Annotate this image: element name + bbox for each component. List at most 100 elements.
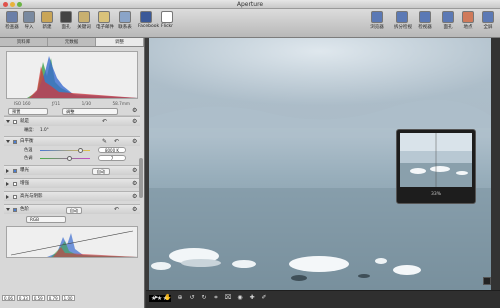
temperature-knob[interactable] — [78, 147, 83, 153]
email-button[interactable]: 电子邮件 — [96, 11, 114, 30]
preset-select[interactable]: 预置 — [8, 108, 48, 115]
viewer-button[interactable]: 检视器 — [417, 11, 433, 30]
faces-view-button[interactable]: 面孔 — [440, 11, 456, 30]
browser-icon — [371, 11, 383, 23]
gear-icon[interactable]: ⚙ — [132, 207, 138, 213]
zoom-tool-icon[interactable]: ⊕ — [176, 294, 184, 302]
levels-checkbox[interactable] — [13, 208, 17, 212]
fullscreen-button[interactable]: 全屏 — [480, 11, 496, 30]
disclosure-icon[interactable] — [6, 120, 10, 123]
tab-metadata[interactable]: 元数据 — [48, 38, 96, 46]
crop-icon[interactable]: ⌧ — [224, 294, 232, 302]
fullscreen-icon — [482, 11, 494, 23]
tint-slider[interactable] — [40, 157, 90, 159]
exposure-checkbox[interactable] — [13, 169, 17, 173]
email-label: 电子邮件 — [96, 25, 114, 30]
levels-white-value[interactable]: 1.00 — [61, 295, 75, 301]
gear-icon[interactable]: ⚙ — [132, 181, 138, 187]
gear-icon[interactable]: ⚙ — [132, 168, 138, 174]
inspector-button[interactable]: 检查器 — [4, 11, 20, 30]
preset-row: 预置 调整 ⚙ — [4, 106, 140, 116]
split-view-button[interactable]: 拆分检视 — [394, 11, 412, 30]
levels-low-quarter-value[interactable]: 0.33 — [16, 295, 30, 301]
loupe-tool[interactable]: 33% — [396, 129, 476, 204]
browser-label: 浏览器 — [370, 25, 384, 30]
faces-view-icon — [442, 11, 454, 23]
gear-icon[interactable]: ⚙ — [132, 119, 138, 125]
disclosure-icon[interactable] — [6, 182, 9, 186]
gear-icon[interactable]: ⚙ — [132, 194, 138, 200]
import-label: 导入 — [24, 25, 34, 30]
undo-icon[interactable]: ↶ — [102, 119, 108, 125]
raw-fine-tuning-header[interactable]: 就是 ↶ ⚙ — [4, 116, 140, 126]
new-button[interactable]: 新建 — [39, 11, 55, 30]
levels-gray-value[interactable]: 0.59 — [31, 295, 45, 301]
levels-header[interactable]: 色阶 自动 ↶ ⚙ — [4, 204, 140, 214]
tint-knob[interactable] — [67, 155, 72, 161]
levels-channel-select[interactable]: RGB — [26, 216, 66, 223]
facebook-button[interactable]: Facebook — [138, 11, 159, 29]
rotate-left-icon[interactable]: ↺ — [188, 294, 196, 302]
browser-button[interactable]: 浏览器 — [369, 11, 385, 30]
disclosure-icon[interactable] — [6, 208, 10, 211]
loupe-zoom-label[interactable]: 33% — [425, 192, 447, 197]
exposure-auto-button[interactable]: 自动 — [92, 168, 110, 175]
gear-icon[interactable]: ⚙ — [132, 108, 138, 114]
contact-sheet-button[interactable]: 联系表 — [117, 11, 133, 30]
keyword-label: 关键词 — [77, 25, 91, 30]
tab-library[interactable]: 资料库 — [0, 38, 48, 46]
raw-checkbox[interactable] — [13, 120, 17, 124]
select-tool-icon[interactable]: ➤ — [152, 294, 160, 302]
adjustment-select[interactable]: 调整 — [62, 108, 118, 115]
keyword-button[interactable]: 关键词 — [76, 11, 92, 30]
disclosure-icon[interactable] — [6, 140, 10, 143]
brush-icon[interactable]: ✐ — [260, 294, 268, 302]
highlights-shadows-header[interactable]: 高光与阴影 ⚙ — [4, 191, 140, 201]
redeye-icon[interactable]: ◉ — [236, 294, 244, 302]
gear-icon[interactable]: ⚙ — [132, 139, 138, 145]
exposure-header[interactable]: 曝光 自动 ⚙ — [4, 165, 140, 175]
places-icon — [462, 11, 474, 23]
levels-auto-button[interactable]: 自动 — [66, 207, 82, 214]
inspector-scrollbar[interactable] — [139, 158, 143, 198]
temperature-stepper[interactable]: 8000 K — [98, 147, 126, 153]
undo-icon[interactable]: ↶ — [114, 207, 120, 213]
levels-black-value[interactable]: 0.06 — [2, 295, 15, 301]
levels-high-quarter-value[interactable]: 0.79 — [46, 295, 60, 301]
import-button[interactable]: 导入 — [21, 11, 37, 30]
hand-tool-icon[interactable]: ✋ — [164, 294, 172, 302]
highlights-shadows-checkbox[interactable] — [13, 195, 17, 199]
resize-icon[interactable] — [483, 277, 491, 285]
tint-stepper[interactable]: 7 — [98, 155, 126, 161]
new-icon — [41, 11, 53, 23]
rotate-right-icon[interactable]: ↻ — [200, 294, 208, 302]
enhance-label: 增强 — [20, 181, 29, 186]
flickr-button[interactable]: Flickr — [159, 11, 175, 29]
places-button[interactable]: 地点 — [460, 11, 476, 30]
tab-adjustments[interactable]: 调整 — [96, 38, 144, 46]
places-label: 地点 — [463, 25, 473, 30]
levels-graph — [7, 230, 138, 257]
inspector-icon — [6, 11, 18, 23]
inspector-label: 检查器 — [5, 25, 19, 30]
faces-button[interactable]: 面孔 — [58, 11, 74, 30]
eyedropper-icon[interactable]: ✎ — [102, 139, 108, 145]
disclosure-icon[interactable] — [6, 169, 9, 173]
flickr-icon — [161, 11, 173, 23]
window-title: Aperture — [236, 1, 264, 8]
raw-param-label: 曝度: — [24, 127, 34, 132]
white-balance-checkbox[interactable] — [13, 140, 17, 144]
viewer-scrollbar[interactable] — [491, 38, 500, 290]
new-label: 新建 — [42, 25, 52, 30]
faces-icon — [60, 11, 72, 23]
email-icon — [98, 11, 110, 23]
undo-icon[interactable]: ↶ — [114, 139, 120, 145]
white-balance-header[interactable]: 白平衡 ✎ ↶ ⚙ — [4, 136, 140, 146]
straighten-icon[interactable]: ⌗ — [212, 294, 220, 302]
spot-patch-icon[interactable]: ✚ — [248, 294, 256, 302]
enhance-checkbox[interactable] — [13, 182, 17, 186]
enhance-header[interactable]: 增强 ⚙ — [4, 178, 140, 188]
disclosure-icon[interactable] — [6, 195, 9, 199]
flickr-label: Flickr — [160, 24, 174, 29]
fullscreen-label: 全屏 — [483, 25, 493, 30]
